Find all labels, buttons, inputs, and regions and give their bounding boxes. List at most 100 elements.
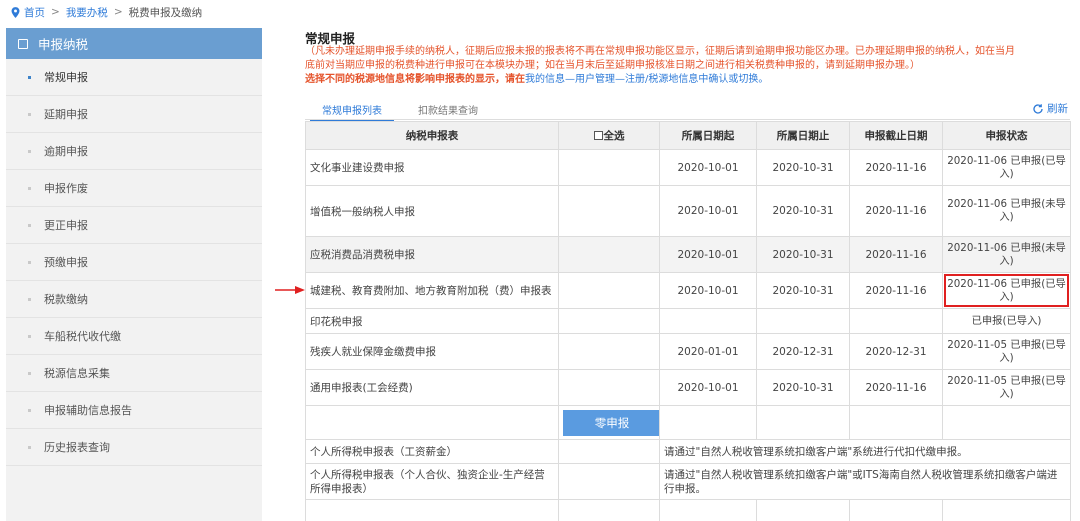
table-row[interactable]: 通用申报表(工会经费) 2020-10-01 2020-10-31 2020-1… bbox=[305, 369, 1071, 406]
start-date: 2020-10-01 bbox=[659, 369, 757, 406]
status-text: 2020-11-06 已申报(未导入) bbox=[942, 185, 1071, 237]
red-arrow-icon bbox=[275, 286, 305, 294]
zero-button-cell: 零申报 bbox=[558, 405, 660, 440]
sidebar-item-label: 预缴申报 bbox=[44, 256, 88, 269]
sidebar-item-history-query[interactable]: 历史报表查询 bbox=[6, 429, 262, 466]
table-row bbox=[305, 499, 1071, 521]
sidebar-item-regular-declaration[interactable]: 常规申报 bbox=[6, 59, 262, 96]
menu-square-icon bbox=[18, 38, 28, 49]
notice-bold-text: 选择不同的税源地信息将影响申报表的显示，请在 bbox=[305, 74, 525, 85]
sidebar-item-prepayment-declaration[interactable]: 预缴申报 bbox=[6, 244, 262, 281]
bullet-icon bbox=[28, 186, 31, 190]
refresh-button[interactable]: 刷新 bbox=[1032, 101, 1068, 116]
sidebar-item-tax-source-collection[interactable]: 税源信息采集 bbox=[6, 355, 262, 392]
tab-bar: 常规申报列表 扣款结果查询 刷新 bbox=[305, 100, 1070, 122]
status-text: 2020-11-06 已申报(未导入) bbox=[942, 236, 1071, 273]
empty-cell bbox=[942, 405, 1071, 440]
empty-cell bbox=[659, 499, 757, 521]
form-name[interactable]: 印花税申报 bbox=[305, 308, 559, 334]
refresh-label: 刷新 bbox=[1047, 103, 1068, 115]
notice-line: （凡未办理延期申报手续的纳税人，征期后应报未报的报表将不再在常规申报功能区显示，… bbox=[305, 46, 1015, 57]
table-row[interactable]: 印花税申报 已申报(已导入) bbox=[305, 308, 1071, 334]
sidebar-header[interactable]: 申报纳税 bbox=[6, 28, 262, 59]
start-date: 2020-10-01 bbox=[659, 236, 757, 273]
table-row[interactable]: 城建税、教育费附加、地方教育附加税（费）申报表 2020-10-01 2020-… bbox=[305, 272, 1071, 309]
bullet-icon bbox=[28, 297, 31, 301]
form-name: 个人所得税申报表（工资薪金） bbox=[305, 439, 559, 464]
sidebar-item-label: 延期申报 bbox=[44, 108, 88, 121]
select-all-checkbox[interactable]: 全选 bbox=[558, 121, 660, 150]
column-header-status: 申报状态 bbox=[942, 121, 1071, 150]
select-cell bbox=[558, 272, 660, 309]
sidebar-item-label: 逾期申报 bbox=[44, 145, 88, 158]
end-date: 2020-10-31 bbox=[756, 236, 850, 273]
form-name[interactable]: 通用申报表(工会经费) bbox=[305, 369, 559, 406]
empty-cell bbox=[849, 499, 943, 521]
sidebar-item-label: 历史报表查询 bbox=[44, 441, 110, 454]
breadcrumb-tax-link[interactable]: 我要办税 bbox=[66, 5, 108, 20]
start-date: 2020-01-01 bbox=[659, 333, 757, 370]
refresh-icon bbox=[1033, 103, 1043, 114]
sidebar-menu: 常规申报 延期申报 逾期申报 申报作废 更正申报 预缴申报 税款缴纳 车船税代收… bbox=[6, 59, 262, 466]
deadline-date: 2020-11-16 bbox=[849, 272, 943, 309]
sidebar-item-label: 申报作废 bbox=[44, 182, 88, 195]
table-row[interactable]: 残疾人就业保障金缴费申报 2020-01-01 2020-12-31 2020-… bbox=[305, 333, 1071, 370]
empty-cell bbox=[756, 405, 850, 440]
sidebar-item-vehicle-tax[interactable]: 车船税代收代缴 bbox=[6, 318, 262, 355]
form-name[interactable]: 城建税、教育费附加、地方教育附加税（费）申报表 bbox=[305, 272, 559, 309]
zero-declaration-button[interactable]: 零申报 bbox=[563, 409, 659, 436]
form-name[interactable]: 文化事业建设费申报 bbox=[305, 149, 559, 186]
breadcrumb-home-link[interactable]: 首页 bbox=[24, 5, 45, 20]
breadcrumb-separator: > bbox=[113, 6, 123, 18]
end-date: 2020-12-31 bbox=[756, 333, 850, 370]
form-name[interactable]: 残疾人就业保障金缴费申报 bbox=[305, 333, 559, 370]
deadline-date: 2020-11-16 bbox=[849, 236, 943, 273]
select-cell bbox=[558, 185, 660, 237]
form-name[interactable]: 应税消费品消费税申报 bbox=[305, 236, 559, 273]
sidebar-item-tax-payment[interactable]: 税款缴纳 bbox=[6, 281, 262, 318]
table-row[interactable]: 文化事业建设费申报 2020-10-01 2020-10-31 2020-11-… bbox=[305, 149, 1071, 186]
empty-cell bbox=[659, 405, 757, 440]
column-header-deadline: 申报截止日期 bbox=[849, 121, 943, 150]
main-content: 常规申报 （凡未办理延期申报手续的纳税人，征期后应报未报的报表将不再在常规申报功… bbox=[305, 28, 1075, 87]
form-name[interactable]: 增值税一般纳税人申报 bbox=[305, 185, 559, 237]
deadline-date: 2020-11-16 bbox=[849, 149, 943, 186]
bullet-icon bbox=[28, 260, 31, 264]
user-management-link[interactable]: 我的信息—用户管理—注册/税源地信息中确认或切换。 bbox=[525, 74, 768, 85]
sidebar: 申报纳税 常规申报 延期申报 逾期申报 申报作废 更正申报 预缴申报 税款缴纳 … bbox=[6, 28, 262, 521]
sidebar-item-overdue-declaration[interactable]: 逾期申报 bbox=[6, 133, 262, 170]
deadline-date: 2020-11-16 bbox=[849, 185, 943, 237]
zero-declaration-row: 零申报 bbox=[305, 405, 1071, 440]
tab-regular-list[interactable]: 常规申报列表 bbox=[310, 102, 394, 122]
empty-cell bbox=[558, 439, 660, 464]
column-header-form: 纳税申报表 bbox=[305, 121, 559, 150]
bullet-icon bbox=[28, 149, 31, 153]
bullet-icon bbox=[28, 112, 31, 116]
sidebar-item-correction-declaration[interactable]: 更正申报 bbox=[6, 207, 262, 244]
table-row[interactable]: 增值税一般纳税人申报 2020-10-01 2020-10-31 2020-11… bbox=[305, 185, 1071, 237]
sidebar-item-auxiliary-report[interactable]: 申报辅助信息报告 bbox=[6, 392, 262, 429]
checkbox-icon[interactable] bbox=[593, 131, 603, 140]
page-title: 常规申报 bbox=[305, 31, 356, 46]
end-date: 2020-10-31 bbox=[756, 272, 850, 309]
sidebar-item-void-declaration[interactable]: 申报作废 bbox=[6, 170, 262, 207]
breadcrumb: 首页 > 我要办税 > 税费申报及缴纳 bbox=[11, 4, 202, 20]
bullet-icon bbox=[28, 75, 31, 79]
end-date: 2020-10-31 bbox=[756, 149, 850, 186]
declaration-note: 请通过"自然人税收管理系统扣缴客户端"系统进行代扣代缴申报。 bbox=[659, 439, 1071, 464]
empty-cell bbox=[305, 499, 559, 521]
tab-deduction-result[interactable]: 扣款结果查询 bbox=[418, 102, 478, 117]
empty-cell bbox=[756, 499, 850, 521]
sidebar-item-extension-declaration[interactable]: 延期申报 bbox=[6, 96, 262, 133]
table-header-row: 纳税申报表 全选 所属日期起 所属日期止 申报截止日期 申报状态 bbox=[305, 121, 1071, 150]
table-row[interactable]: 应税消费品消费税申报 2020-10-01 2020-10-31 2020-11… bbox=[305, 236, 1071, 273]
empty-cell bbox=[942, 499, 1071, 521]
breadcrumb-current: 税费申报及缴纳 bbox=[128, 6, 203, 19]
deadline-date: 2020-11-16 bbox=[849, 369, 943, 406]
status-text: 2020-11-06 已申报(已导入) bbox=[942, 149, 1071, 186]
select-cell bbox=[558, 149, 660, 186]
highlighted-status-cell: 2020-11-06 已申报(已导入) bbox=[942, 272, 1071, 309]
sidebar-item-label: 常规申报 bbox=[44, 71, 88, 84]
notice-line: 底前对当期应申报的税费种进行申报可在本模块办理；如在当月末后至延期申报核准日期之… bbox=[305, 60, 920, 71]
declaration-note: 请通过"自然人税收管理系统扣缴客户端"或ITS海南自然人税收管理系统扣缴客户端进… bbox=[659, 463, 1071, 500]
